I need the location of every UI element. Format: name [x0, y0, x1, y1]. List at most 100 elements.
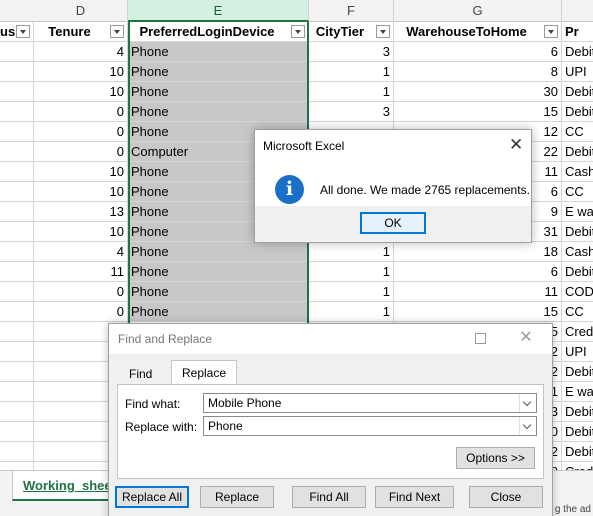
cell-tier[interactable]: 1 — [309, 62, 394, 82]
cell-pay[interactable]: Debit — [562, 102, 593, 122]
maximize-icon[interactable] — [475, 333, 486, 344]
cell-status[interactable] — [0, 342, 34, 362]
column-header-g[interactable]: G — [394, 0, 562, 22]
filter-dropdown-icon[interactable] — [16, 25, 30, 38]
find-next-button[interactable]: Find Next — [375, 486, 454, 508]
cell-device[interactable]: Phone — [128, 302, 309, 322]
cell-pay[interactable]: E wal — [562, 382, 593, 402]
cell-pay[interactable]: UPI — [562, 62, 593, 82]
cell-pay[interactable]: CC — [562, 302, 593, 322]
options-button[interactable]: Options >> — [456, 447, 535, 469]
cell-status[interactable] — [0, 182, 34, 202]
cell-wh[interactable]: 30 — [394, 82, 562, 102]
cell-status[interactable] — [0, 122, 34, 142]
column-header-h[interactable] — [562, 0, 593, 22]
cell-status[interactable] — [0, 102, 34, 122]
filter-dropdown-icon[interactable] — [291, 25, 305, 38]
cell-wh[interactable]: 8 — [394, 62, 562, 82]
cell-wh[interactable]: 11 — [394, 282, 562, 302]
cell-tier[interactable]: 3 — [309, 42, 394, 62]
close-icon[interactable]: ✕ — [509, 135, 523, 155]
cell-status[interactable] — [0, 142, 34, 162]
cell-pay[interactable]: UPI — [562, 342, 593, 362]
cell-status[interactable] — [0, 242, 34, 262]
cell-wh[interactable]: 15 — [394, 102, 562, 122]
cell-tenure[interactable]: 10 — [34, 62, 128, 82]
cell-pay[interactable]: Debit — [562, 442, 593, 462]
replace-with-input[interactable]: Phone — [203, 416, 537, 436]
cell-pay[interactable]: Debit — [562, 142, 593, 162]
cell-device[interactable]: Phone — [128, 262, 309, 282]
cell-pay[interactable]: Debit — [562, 222, 593, 242]
replace-button[interactable]: Replace — [200, 486, 274, 508]
cell-status[interactable] — [0, 162, 34, 182]
chevron-down-icon[interactable] — [519, 394, 536, 412]
cell-status[interactable] — [0, 402, 34, 422]
cell-pay[interactable]: Cash — [562, 242, 593, 262]
cell-pay[interactable]: E wal — [562, 202, 593, 222]
cell-wh[interactable]: 6 — [394, 262, 562, 282]
cell-device[interactable]: Phone — [128, 82, 309, 102]
tab-find[interactable]: Find — [123, 364, 158, 384]
header-cell-status[interactable]: us — [0, 22, 34, 42]
cell-status[interactable] — [0, 442, 34, 462]
column-header-d[interactable]: D — [34, 0, 128, 22]
cell-status[interactable] — [0, 42, 34, 62]
cell-pay[interactable]: CC — [562, 182, 593, 202]
header-cell-payment[interactable]: Pr — [562, 22, 593, 42]
cell-status[interactable] — [0, 322, 34, 342]
cell-tier[interactable]: 1 — [309, 242, 394, 262]
cell-tenure[interactable]: 11 — [34, 262, 128, 282]
cell-status[interactable] — [0, 222, 34, 242]
cell-wh[interactable]: 18 — [394, 242, 562, 262]
cell-tier[interactable]: 1 — [309, 82, 394, 102]
find-all-button[interactable]: Find All — [292, 486, 366, 508]
cell-pay[interactable]: Cred — [562, 322, 593, 342]
close-icon[interactable]: ✕ — [519, 330, 533, 346]
cell-tenure[interactable]: 0 — [34, 102, 128, 122]
cell-pay[interactable]: COD — [562, 282, 593, 302]
cell-status[interactable] — [0, 302, 34, 322]
cell-device[interactable]: Phone — [128, 42, 309, 62]
ok-button[interactable]: OK — [360, 212, 426, 234]
cell-device[interactable]: Phone — [128, 62, 309, 82]
cell-pay[interactable]: Debit — [562, 362, 593, 382]
cell-pay[interactable]: Debit — [562, 402, 593, 422]
find-what-input[interactable]: Mobile Phone — [203, 393, 537, 413]
cell-pay[interactable]: Debit — [562, 422, 593, 442]
header-cell-warehouse[interactable]: WarehouseToHome — [394, 22, 562, 42]
column-header-e[interactable]: E — [128, 0, 309, 22]
cell-device[interactable]: Phone — [128, 282, 309, 302]
cell-status[interactable] — [0, 282, 34, 302]
cell-device[interactable]: Phone — [128, 102, 309, 122]
cell-pay[interactable]: Debit — [562, 82, 593, 102]
cell-pay[interactable]: Cash — [562, 162, 593, 182]
sheet-tab-working[interactable]: Working_shee — [12, 471, 123, 501]
cell-tenure[interactable]: 0 — [34, 282, 128, 302]
filter-dropdown-icon[interactable] — [544, 25, 558, 38]
chevron-down-icon[interactable] — [519, 417, 536, 435]
cell-tenure[interactable]: 13 — [34, 202, 128, 222]
cell-status[interactable] — [0, 262, 34, 282]
cell-tier[interactable]: 1 — [309, 282, 394, 302]
cell-tier[interactable]: 1 — [309, 302, 394, 322]
cell-tenure[interactable]: 0 — [34, 142, 128, 162]
cell-status[interactable] — [0, 422, 34, 442]
cell-tenure[interactable]: 4 — [34, 242, 128, 262]
cell-tenure[interactable]: 10 — [34, 222, 128, 242]
header-cell-device[interactable]: PreferredLoginDevice — [128, 22, 309, 42]
cell-tenure[interactable]: 0 — [34, 122, 128, 142]
cell-device[interactable]: Phone — [128, 242, 309, 262]
cell-tenure[interactable]: 10 — [34, 162, 128, 182]
cell-status[interactable] — [0, 82, 34, 102]
cell-status[interactable] — [0, 382, 34, 402]
replace-all-button[interactable]: Replace All — [115, 486, 189, 508]
close-button[interactable]: Close — [469, 486, 543, 508]
cell-tenure[interactable]: 10 — [34, 82, 128, 102]
cell-tenure[interactable]: 0 — [34, 302, 128, 322]
header-cell-tenure[interactable]: Tenure — [34, 22, 128, 42]
column-header-f[interactable]: F — [309, 0, 394, 22]
cell-pay[interactable]: Cred — [562, 462, 593, 470]
cell-status[interactable] — [0, 462, 34, 470]
cell-tier[interactable]: 3 — [309, 102, 394, 122]
